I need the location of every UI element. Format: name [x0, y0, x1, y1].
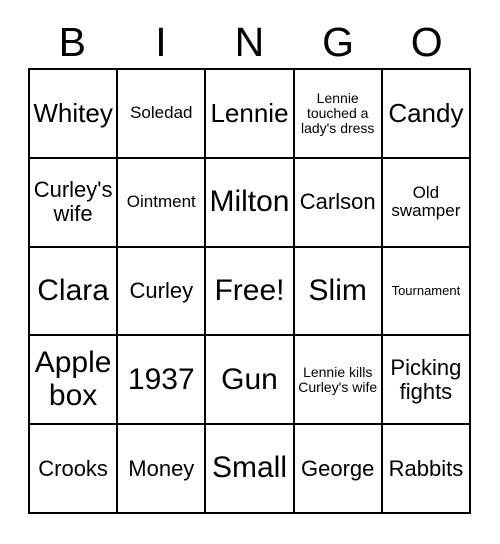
bingo-header-letter-n: N [234, 18, 265, 65]
bingo-cell-i5[interactable]: Money [118, 425, 207, 514]
bingo-cell-text: Slim [308, 273, 367, 307]
bingo-cell-text: Lennie kills Curley's wife [298, 363, 378, 395]
bingo-cell-i4[interactable]: 1937 [118, 336, 207, 426]
bingo-cell-b3[interactable]: Clara [30, 247, 119, 337]
bingo-cell-text: George [301, 455, 375, 481]
bingo-cell-n5[interactable]: Small [206, 425, 295, 514]
bingo-cell-text: Lennie touched a lady's dress [300, 89, 375, 136]
bingo-cell-n2[interactable]: Milton [206, 158, 295, 248]
bingo-cell-text: Rabbits [388, 455, 464, 481]
bingo-cell-o2[interactable]: Old swamper [382, 158, 471, 248]
bingo-cell-text: Picking fights [390, 355, 462, 404]
bingo-header-letter-b: B [58, 18, 86, 65]
bingo-cell-text: Whitey [33, 98, 113, 129]
bingo-cell-n4[interactable]: Gun [206, 336, 295, 426]
bingo-header-row: B I N G O [28, 16, 471, 68]
bingo-cell-free-space[interactable]: Free! [206, 247, 295, 337]
bingo-cell-text: Lennie [210, 98, 289, 129]
bingo-cell-text: Soledad [130, 103, 193, 123]
bingo-cell-text: Clara [37, 273, 109, 307]
bingo-cell-text: Free! [214, 273, 285, 307]
bingo-cell-i3[interactable]: Curley [118, 247, 207, 337]
bingo-cell-text: Carlson [299, 189, 376, 215]
bingo-cell-i2[interactable]: Ointment [118, 158, 207, 248]
bingo-cell-text: 1937 [127, 362, 195, 396]
bingo-cell-b2[interactable]: Curley's wife [30, 158, 119, 248]
bingo-header-letter-i: I [155, 18, 167, 65]
bingo-cell-n1[interactable]: Lennie [206, 70, 295, 159]
bingo-cell-text: Gun [221, 362, 278, 396]
bingo-cell-g4[interactable]: Lennie kills Curley's wife [294, 336, 383, 426]
bingo-cell-text: Small [211, 451, 287, 485]
bingo-cell-o3[interactable]: Tournament [382, 247, 471, 337]
bingo-cell-g1[interactable]: Lennie touched a lady's dress [294, 70, 383, 159]
bingo-cell-text: Curley's wife [33, 177, 113, 227]
bingo-cell-o4[interactable]: Picking fights [382, 336, 471, 426]
bingo-cell-text: Ointment [126, 192, 196, 212]
bingo-cell-i1[interactable]: Soledad [118, 70, 207, 159]
bingo-cell-g3[interactable]: Slim [294, 247, 383, 337]
bingo-cell-g2[interactable]: Carlson [294, 158, 383, 248]
bingo-cell-b1[interactable]: Whitey [30, 70, 119, 159]
bingo-cell-b4[interactable]: Apple box [30, 336, 119, 426]
bingo-cell-text: Curley [129, 278, 194, 304]
bingo-cell-text: Tournament [391, 282, 461, 298]
bingo-cell-o5[interactable]: Rabbits [382, 425, 471, 514]
bingo-cell-o1[interactable]: Candy [382, 70, 471, 159]
bingo-header-letter-o: O [410, 18, 443, 65]
bingo-cell-g5[interactable]: George [294, 425, 383, 514]
bingo-cell-b5[interactable]: Crooks [30, 425, 119, 514]
bingo-cell-text: Money [128, 455, 195, 481]
bingo-card: B I N G O Whitey Soledad Lennie Lennie t… [0, 0, 500, 544]
bingo-grid: Whitey Soledad Lennie Lennie touched a l… [28, 68, 471, 514]
bingo-cell-text: Apple box [34, 346, 112, 412]
bingo-cell-text: Candy [388, 98, 464, 129]
bingo-header-letter-g: G [322, 18, 355, 65]
bingo-cell-text: Milton [209, 185, 290, 218]
bingo-cell-text: Crooks [38, 455, 108, 481]
bingo-cell-text: Old swamper [391, 182, 461, 221]
